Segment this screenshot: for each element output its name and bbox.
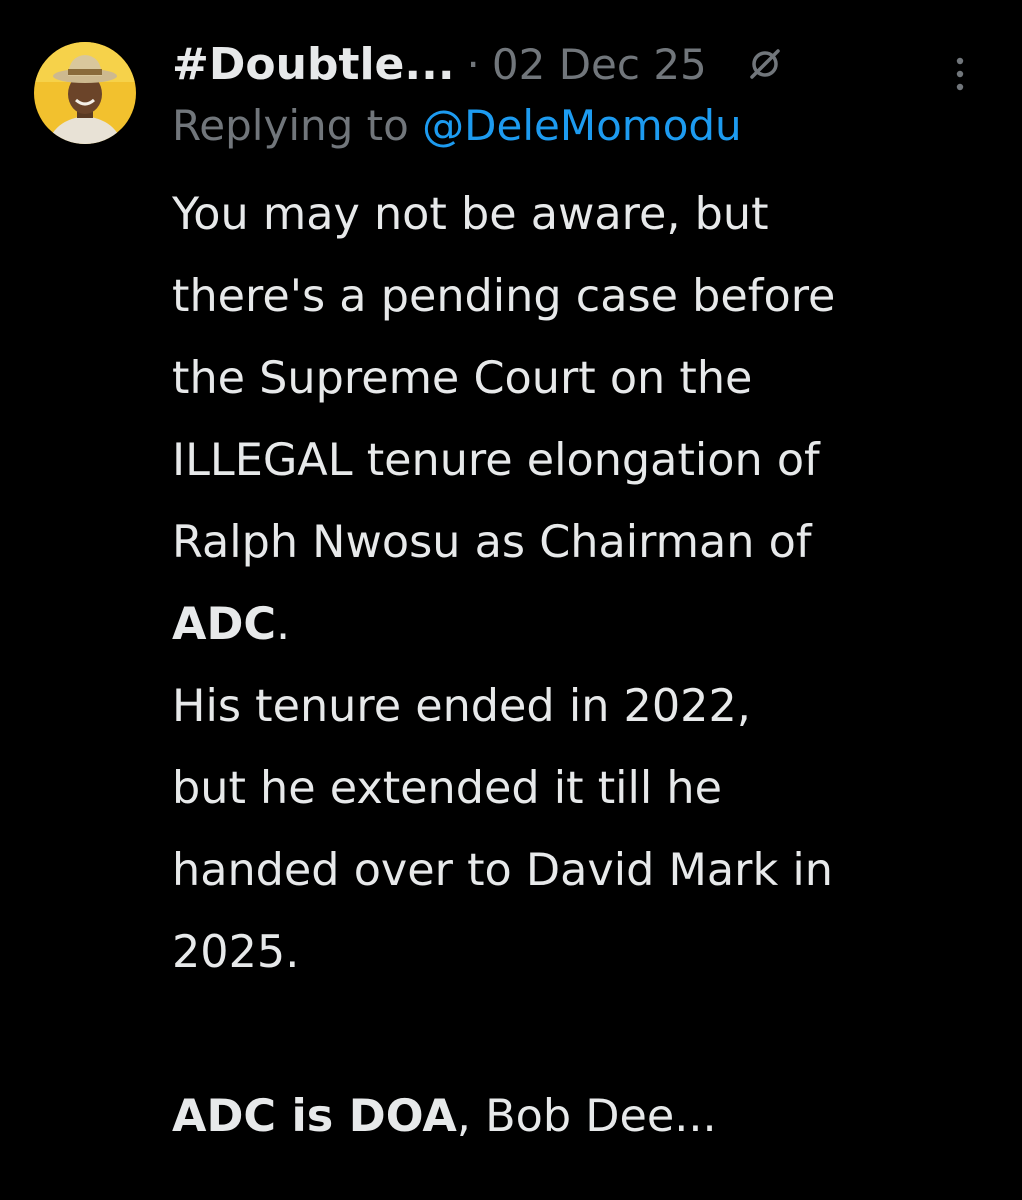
tweet-date[interactable]: 02 Dec 25 xyxy=(492,40,707,89)
author-display-name[interactable]: #Doubtle... xyxy=(172,39,455,90)
tweet-content: #Doubtle... · 02 Dec 25 Replying to @Del… xyxy=(172,24,1002,1158)
reply-mention-link[interactable]: @DeleMomodu xyxy=(422,101,742,150)
body-line: 2025. xyxy=(172,927,300,978)
body-line: ADC is DOA, Bob Dee... xyxy=(172,1076,1002,1158)
grok-icon[interactable] xyxy=(747,46,783,82)
body-bold-text: ADC xyxy=(172,599,277,650)
tweet-body: You may not be aware, but there's a pend… xyxy=(172,174,1002,1158)
body-line: Ralph Nwosu as Chairman of xyxy=(172,517,812,568)
more-options-icon[interactable] xyxy=(954,54,966,94)
body-line: but he extended it till he xyxy=(172,763,722,814)
body-text-rest: , Bob Dee... xyxy=(456,1091,717,1142)
body-text-rest: . xyxy=(276,599,291,650)
body-bold-text: ADC is DOA xyxy=(172,1091,457,1142)
tweet-header: #Doubtle... · 02 Dec 25 xyxy=(172,24,1002,104)
avatar[interactable] xyxy=(34,42,136,144)
body-line: You may not be aware, but xyxy=(172,189,769,240)
body-line: handed over to David Mark in xyxy=(172,845,833,896)
body-line: ILLEGAL tenure elongation of xyxy=(172,435,820,486)
avatar-image xyxy=(34,42,136,144)
replying-to: Replying to @DeleMomodu xyxy=(172,98,1002,154)
tweet[interactable]: #Doubtle... · 02 Dec 25 Replying to @Del… xyxy=(0,0,1022,1200)
body-line: the Supreme Court on the xyxy=(172,353,753,404)
body-line: His tenure ended in 2022, xyxy=(172,681,751,732)
meta-separator: · xyxy=(466,39,480,89)
body-line: ADC. xyxy=(172,584,1002,666)
replying-to-label: Replying to xyxy=(172,101,409,150)
body-line: there's a pending case before xyxy=(172,271,836,322)
